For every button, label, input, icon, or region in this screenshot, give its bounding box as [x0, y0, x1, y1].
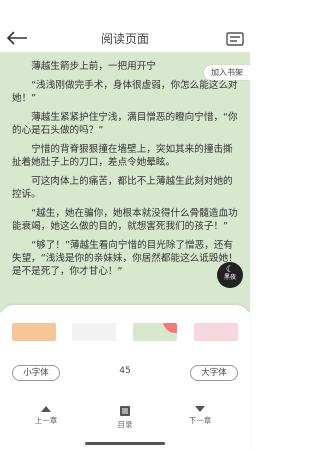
theme-swatch-pink[interactable]: [194, 323, 238, 341]
catalog-button[interactable]: 目录: [95, 405, 155, 430]
add-to-shelf-button[interactable]: 加入书架: [204, 65, 250, 80]
next-chapter-label: 下一章: [188, 416, 212, 425]
chapter-text: 薄越生箭步上前，一把用开宁 “浅浅刚做完手术，身体很虚弱，你怎么能这么对她！” …: [12, 60, 238, 284]
chapter-nav: 上一章 目录 下一章: [0, 405, 250, 437]
prev-chapter-button[interactable]: 上一章: [16, 405, 76, 426]
paragraph: “够了！”薄越生看向宁惜的目光除了憎恶，还有失望，“浅浅是你的亲妹妹，你居然都能…: [12, 240, 238, 277]
night-mode-label: 黑夜: [223, 274, 236, 281]
reading-area[interactable]: 薄越生箭步上前，一把用开宁 “浅浅刚做完手术，身体很虚弱，你怎么能这么对她！” …: [0, 52, 250, 312]
paragraph: “越生，她在骗你，她根本就没得什么骨髓造血功能衰竭，她这么做的目的，就想害死我们…: [12, 208, 238, 232]
catalog-label: 目录: [117, 420, 133, 429]
menu-icon[interactable]: [226, 31, 244, 46]
font-size-row: 小字体 45 大字体: [0, 365, 250, 385]
top-bar: 阅读页面: [0, 0, 250, 52]
theme-swatch-orange[interactable]: [12, 323, 56, 341]
triangle-up-icon: [41, 406, 51, 412]
next-chapter-button[interactable]: 下一章: [170, 405, 230, 426]
paragraph: 可这肉体上的痛苦，都比不上薄越生此刻对她的控诉。: [12, 176, 233, 200]
settings-panel: 小字体 45 大字体 上一章 目录 下一章: [0, 305, 250, 450]
night-mode-button[interactable]: ☾ 黑夜: [217, 262, 243, 288]
prev-chapter-label: 上一章: [34, 416, 58, 425]
theme-swatches: [12, 323, 238, 345]
catalog-icon: [120, 406, 130, 416]
paragraph: “浅浅刚做完手术，身体很虚弱，你怎么能这么对她！”: [12, 80, 238, 104]
selected-leaf-icon: [163, 323, 177, 333]
page-title: 阅读页面: [100, 32, 149, 46]
font-larger-button[interactable]: 大字体: [190, 365, 238, 381]
paragraph: 宁惜的背脊狠狠撞在墙壁上，突如其来的撞击撕扯着她肚子上的刀口，差点令她晕眩。: [12, 144, 233, 168]
triangle-down-icon: [195, 406, 205, 412]
theme-swatch-gray[interactable]: [72, 323, 116, 341]
paragraph: 薄越生紧紧护住宁浅，满目憎恶的瞪向宁惜，“你的心是石头做的吗？”: [12, 112, 238, 136]
home-indicator: [85, 442, 165, 445]
theme-swatch-green[interactable]: [133, 323, 177, 341]
